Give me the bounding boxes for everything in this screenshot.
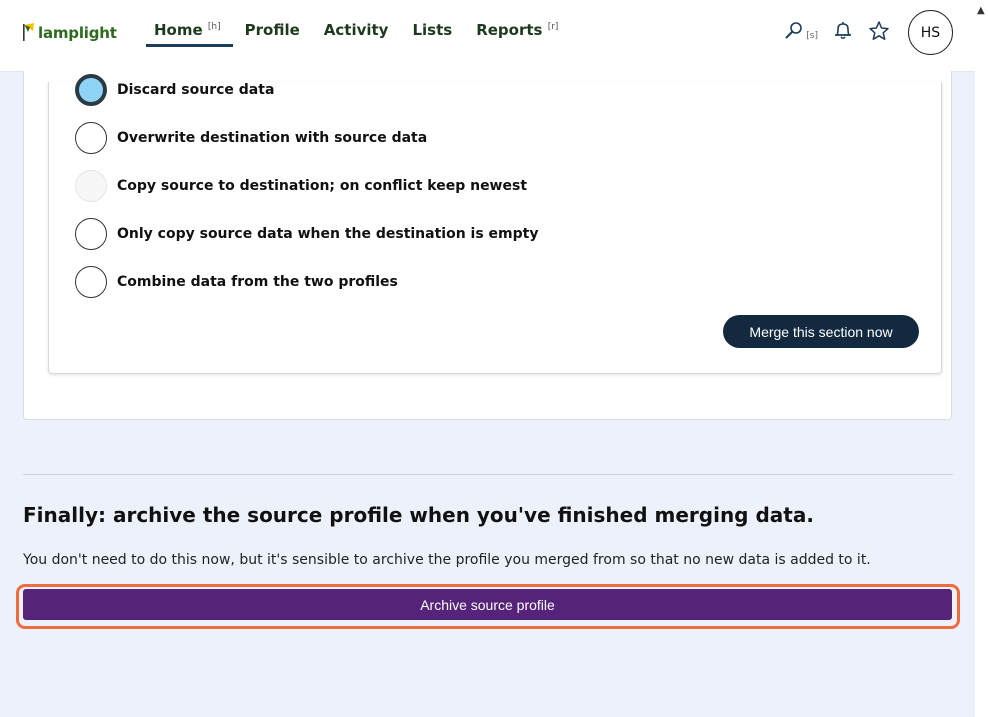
lamplight-logo[interactable]: lamplight: [22, 18, 117, 42]
search-icon: [784, 21, 804, 45]
nav-profile[interactable]: Profile: [233, 18, 312, 47]
notifications-button[interactable]: [832, 20, 854, 46]
merge-section-button[interactable]: Merge this section now: [723, 315, 919, 348]
lamp-icon: [22, 22, 36, 42]
option-copy-keep-newest: Copy source to destination; on conflict …: [75, 170, 527, 202]
radio-copy-when-empty[interactable]: [75, 218, 107, 250]
option-combine-data[interactable]: Combine data from the two profiles: [75, 266, 398, 298]
option-label: Overwrite destination with source data: [117, 130, 428, 146]
nav-home-shortcut: [h]: [207, 22, 221, 32]
archive-heading: Finally: archive the source profile when…: [23, 503, 814, 527]
scrollbar[interactable]: [975, 0, 988, 717]
nav-activity[interactable]: Activity: [312, 18, 401, 47]
bell-icon: [832, 20, 854, 46]
radio-overwrite-destination[interactable]: [75, 122, 107, 154]
option-label: Copy source to destination; on conflict …: [117, 178, 528, 194]
nav-home[interactable]: Home [h]: [142, 18, 233, 47]
favourites-button[interactable]: [868, 20, 890, 46]
option-label: Discard source data: [117, 82, 275, 98]
nav-lists-label: Lists: [412, 21, 453, 39]
header-tools: [s] HS: [770, 10, 953, 55]
archive-source-profile-button[interactable]: Archive source profile: [23, 589, 952, 620]
nav-reports[interactable]: Reports [r]: [464, 18, 570, 47]
logo-text: lamplight: [38, 24, 117, 42]
main-nav: Home [h] Profile Activity Lists Reports …: [142, 18, 570, 47]
archive-note: You don't need to do this now, but it's …: [23, 552, 871, 568]
section-divider: [23, 474, 953, 475]
star-icon: [868, 20, 890, 46]
radio-discard-source[interactable]: [75, 74, 107, 106]
nav-profile-label: Profile: [244, 21, 300, 39]
nav-home-label: Home: [154, 21, 203, 39]
user-avatar[interactable]: HS: [908, 10, 953, 55]
nav-reports-label: Reports: [476, 21, 543, 39]
option-label: Only copy source data when the destinati…: [117, 226, 539, 242]
option-copy-when-empty[interactable]: Only copy source data when the destinati…: [75, 218, 538, 250]
top-navbar: lamplight Home [h] Profile Activity List…: [0, 0, 975, 72]
option-overwrite-destination[interactable]: Overwrite destination with source data: [75, 122, 427, 154]
radio-combine-data[interactable]: [75, 266, 107, 298]
nav-reports-shortcut: [r]: [547, 22, 559, 32]
radio-copy-keep-newest: [75, 170, 107, 202]
nav-activity-label: Activity: [323, 21, 389, 39]
option-label: Combine data from the two profiles: [117, 274, 398, 290]
search-shortcut: [s]: [806, 30, 818, 41]
scroll-up-arrow-icon[interactable]: ▲: [977, 5, 985, 16]
option-discard-source[interactable]: Discard source data: [75, 74, 274, 106]
nav-lists[interactable]: Lists: [400, 18, 464, 47]
search-button[interactable]: [s]: [784, 21, 818, 45]
